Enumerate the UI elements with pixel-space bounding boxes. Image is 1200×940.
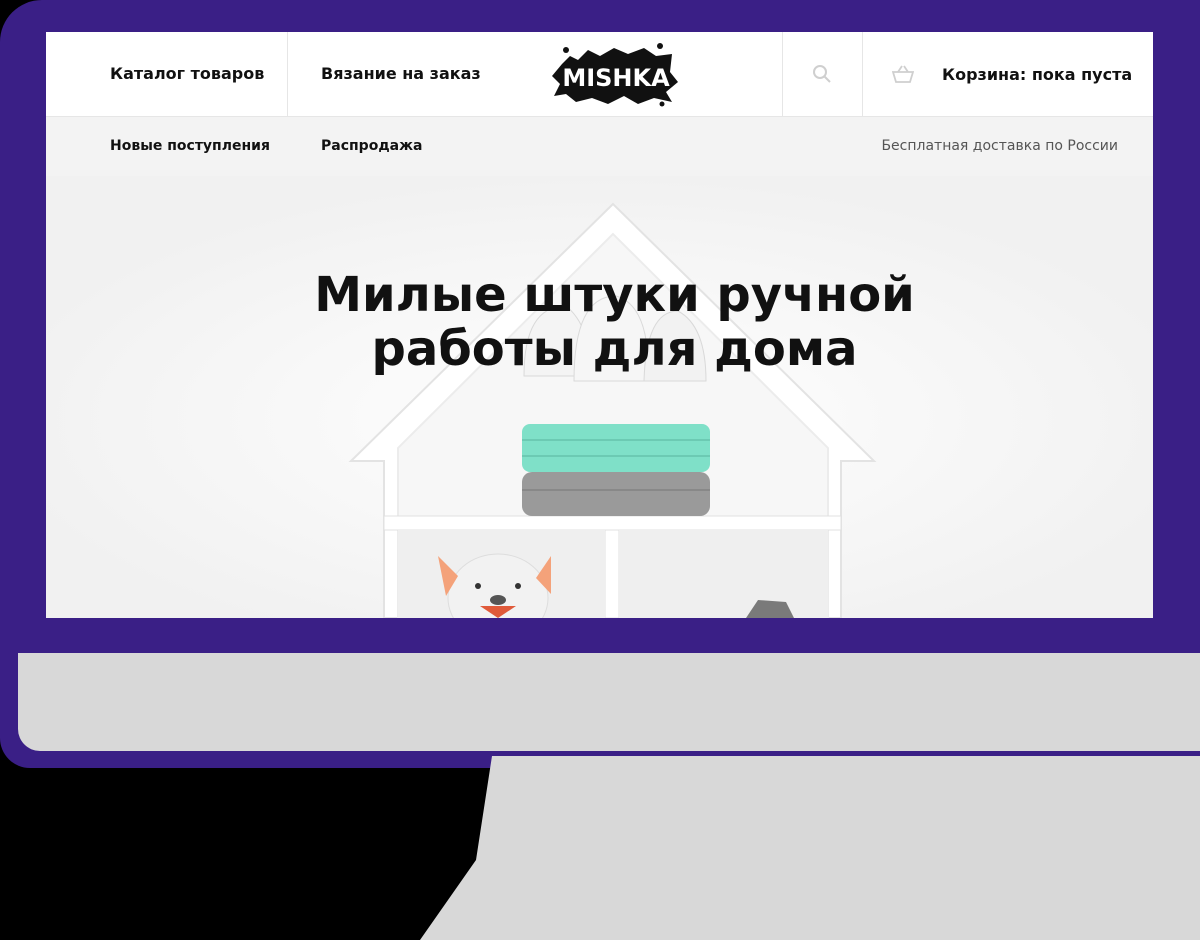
- search-button[interactable]: [782, 32, 862, 116]
- logo-text: MISHKA: [562, 64, 670, 92]
- basket-icon: [892, 65, 914, 83]
- nav-divider: [862, 32, 863, 116]
- mishka-logo[interactable]: MISHKA: [552, 42, 680, 108]
- knitted-basket: [522, 424, 710, 516]
- monitor-stand: [420, 756, 1200, 940]
- sub-navigation: Новые поступления Распродажа Бесплатная …: [46, 116, 1153, 176]
- nav-catalog-link[interactable]: Каталог товаров: [110, 32, 264, 116]
- hero-image: [46, 176, 1153, 618]
- search-icon: [813, 65, 831, 83]
- nav-new-arrivals-link[interactable]: Новые поступления: [110, 116, 270, 176]
- hero-title: Милые штуки ручной работы для дома: [46, 268, 1153, 376]
- top-navigation: Каталог товаров Вязание на заказ MISHKA …: [46, 32, 1153, 117]
- cart-button[interactable]: Корзина: пока пуста: [892, 32, 1132, 116]
- monitor-chin-panel: [18, 653, 1200, 751]
- website-screen: Каталог товаров Вязание на заказ MISHKA …: [46, 32, 1153, 618]
- nav-sale-link[interactable]: Распродажа: [321, 116, 422, 176]
- delivery-info: Бесплатная доставка по России: [881, 138, 1118, 154]
- hero-title-line2: работы для дома: [371, 321, 858, 377]
- cart-label: Корзина: пока пуста: [942, 64, 1133, 84]
- nav-divider: [287, 32, 288, 116]
- hero-title-line1: Милые штуки ручной: [314, 267, 915, 323]
- nav-knitting-link[interactable]: Вязание на заказ: [321, 32, 481, 116]
